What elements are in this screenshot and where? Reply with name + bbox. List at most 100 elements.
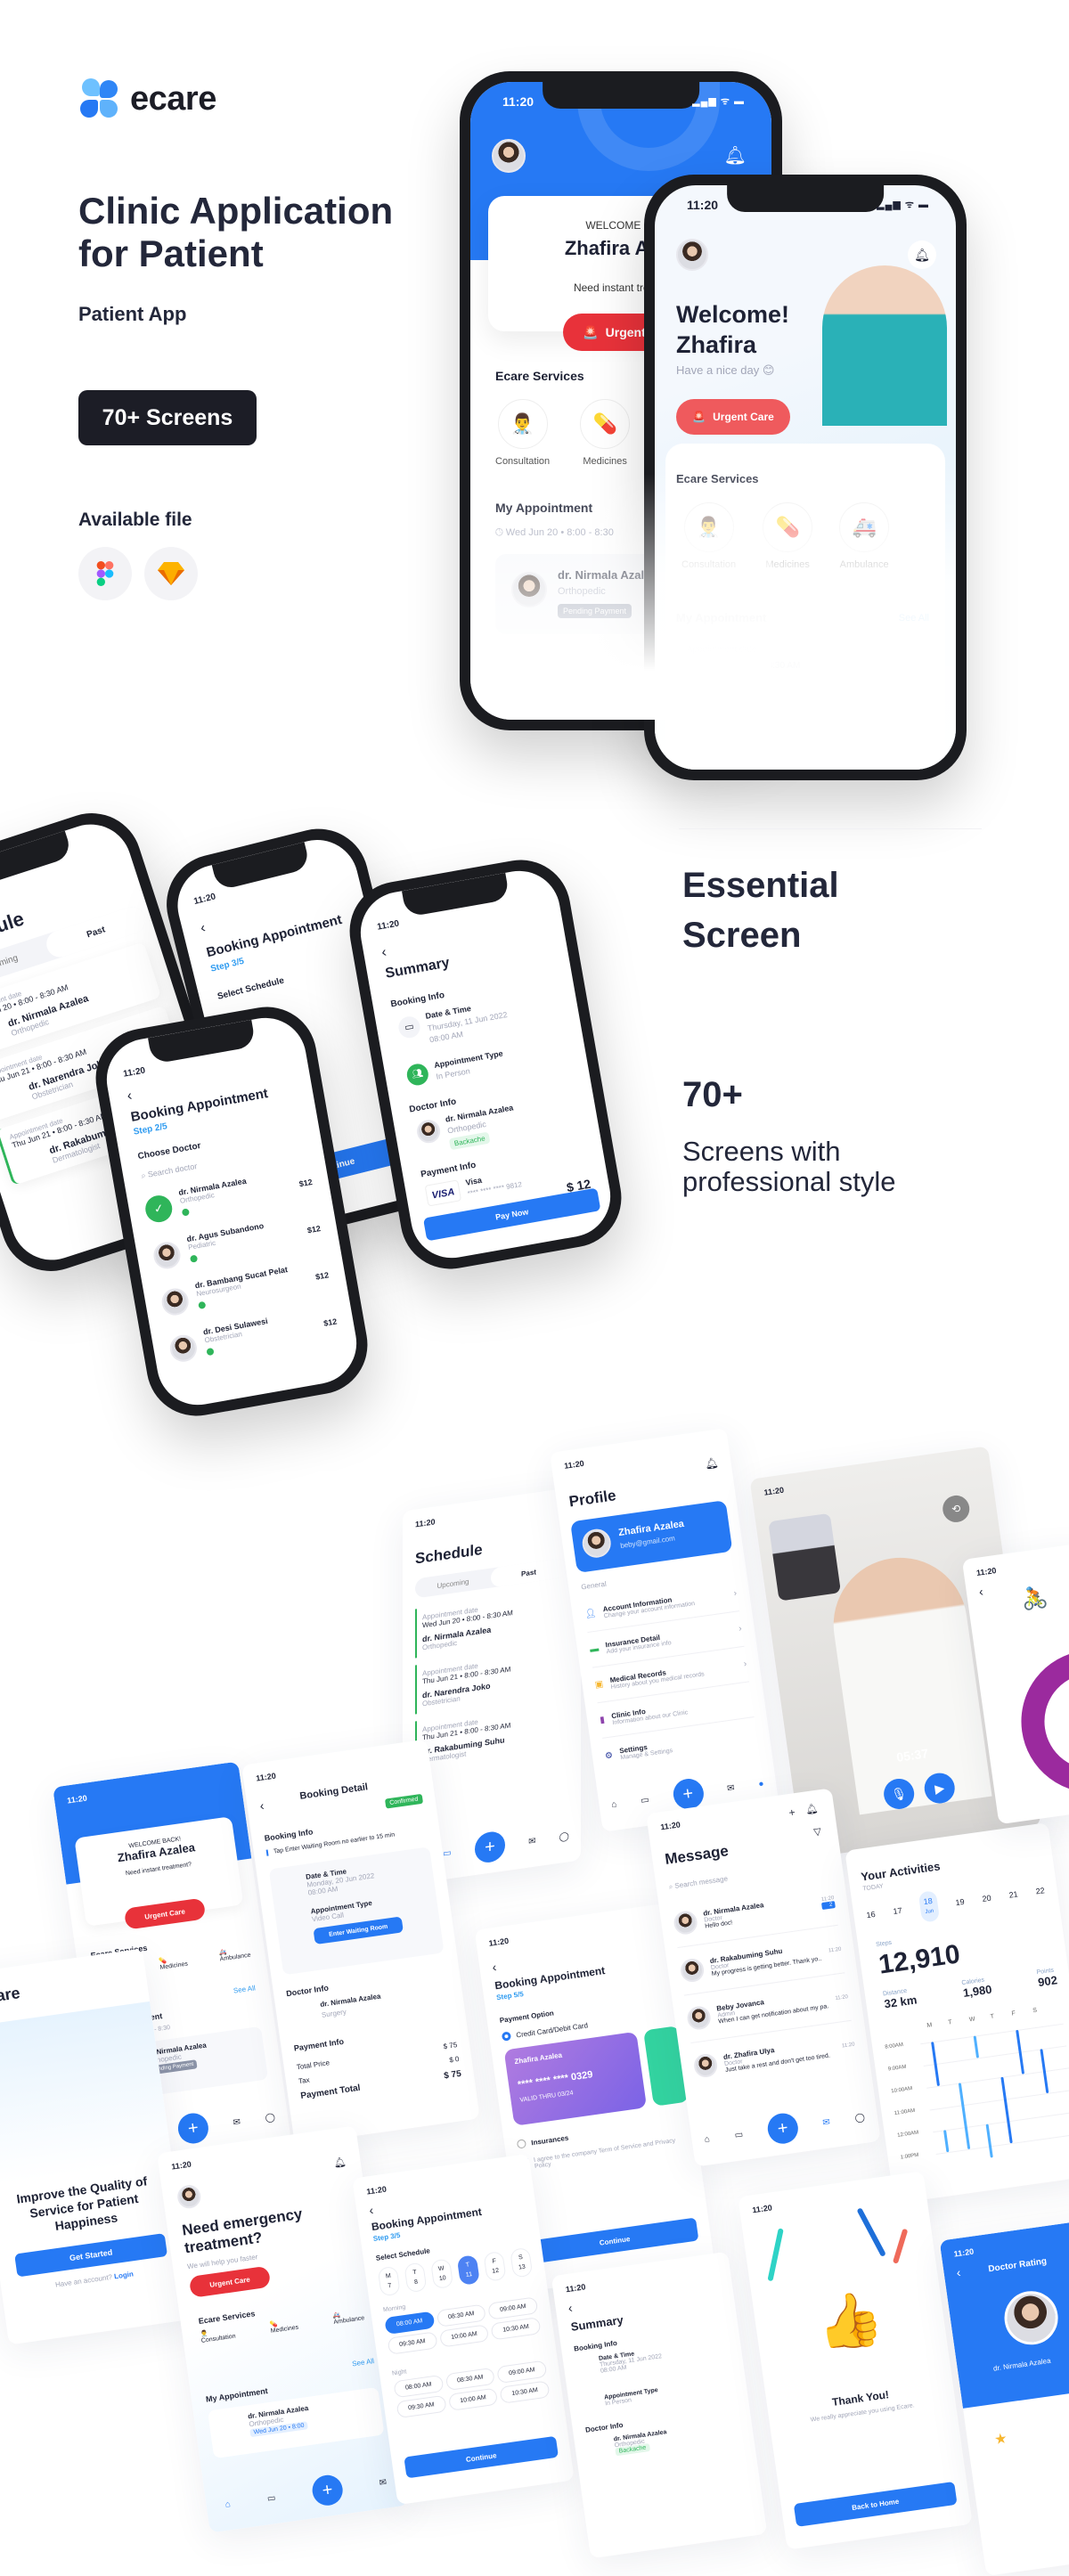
- date-item[interactable]: 17: [893, 1906, 902, 1916]
- add-button[interactable]: +: [474, 1830, 505, 1865]
- time-slot[interactable]: 08:30 AM: [445, 2367, 496, 2392]
- day-option[interactable]: S 13: [510, 2246, 534, 2278]
- chat-icon[interactable]: ✉︎: [233, 2117, 241, 2128]
- option-credit-card[interactable]: Credit Card/Debit Card: [501, 2020, 589, 2042]
- profile-card[interactable]: Zhafira Azalea beby@gmail.com: [570, 1500, 733, 1573]
- calendar-icon: ▭: [396, 1015, 422, 1040]
- service-ambulance[interactable]: 🚑Ambulance: [332, 2308, 365, 2326]
- time-slot[interactable]: 08:30 AM: [436, 2303, 487, 2327]
- home-icon[interactable]: ⌂: [611, 1799, 618, 1810]
- service-medicines[interactable]: 💊Medicines: [159, 1954, 188, 1971]
- user-avatar[interactable]: [492, 139, 526, 173]
- tab-past[interactable]: Past: [491, 1557, 567, 1588]
- switch-camera-icon[interactable]: ⟲: [941, 1493, 972, 1524]
- time-slot[interactable]: 09:00 AM: [496, 2360, 548, 2384]
- service-medicines[interactable]: 💊Medicines: [580, 399, 631, 467]
- self-preview-video[interactable]: [768, 1512, 842, 1602]
- time-slot-selected[interactable]: 08:00 AM: [384, 2311, 436, 2336]
- add-button[interactable]: +: [765, 2111, 800, 2146]
- calendar-tab-icon[interactable]: ▭: [640, 1795, 649, 1806]
- bell-icon[interactable]: 🔔︎: [724, 144, 747, 167]
- back-arrow-icon[interactable]: ‹: [380, 945, 388, 962]
- doctors-photo: [0, 2001, 173, 2187]
- day-option[interactable]: M7: [377, 2265, 401, 2297]
- home-icon[interactable]: ⌂: [704, 2134, 711, 2145]
- credit-card[interactable]: Zhafira Azalea **** **** **** 0329 VALID…: [503, 2031, 648, 2126]
- day-option[interactable]: W 10: [429, 2258, 454, 2290]
- calendar-tab-icon[interactable]: ▭: [734, 2129, 744, 2140]
- date-item[interactable]: 19: [955, 1897, 965, 1907]
- see-all-link[interactable]: See All: [233, 1984, 256, 1994]
- continue-button[interactable]: Continue: [404, 2435, 559, 2479]
- day-option[interactable]: T8: [404, 2262, 428, 2294]
- chat-icon[interactable]: ✉︎: [726, 1782, 735, 1793]
- service-ambulance[interactable]: 🚑Ambulance: [218, 1945, 251, 1962]
- rating-stars[interactable]: ★: [993, 2429, 1008, 2449]
- time-slot[interactable]: 10:00 AM: [447, 2387, 499, 2411]
- add-button[interactable]: +: [175, 2111, 211, 2146]
- tab-upcoming[interactable]: Upcoming: [415, 1569, 491, 1599]
- login-link[interactable]: Login: [114, 2270, 135, 2280]
- option-insurance[interactable]: Insurances: [516, 2133, 569, 2149]
- chat-icon[interactable]: ✉︎: [528, 1836, 535, 1846]
- date-item[interactable]: 20: [982, 1894, 991, 1903]
- bell-icon[interactable]: 🔔︎: [704, 1456, 719, 1471]
- back-arrow-icon[interactable]: ‹: [199, 920, 208, 937]
- microphone-button[interactable]: 🎙︎: [881, 1776, 917, 1812]
- hour-label: 8:00AM: [885, 2042, 904, 2050]
- back-arrow-icon[interactable]: ‹: [978, 1584, 984, 1598]
- figma-file-button[interactable]: [78, 547, 132, 600]
- user-avatar[interactable]: [676, 239, 708, 271]
- profile-icon[interactable]: ◯: [854, 2112, 866, 2123]
- date-item[interactable]: 16: [866, 1910, 876, 1920]
- bell-icon[interactable]: 🔔︎: [333, 2156, 347, 2169]
- back-arrow-icon[interactable]: ‹: [259, 1798, 265, 1813]
- service-medicines[interactable]: 💊Medicines: [269, 2318, 298, 2335]
- back-to-home-button[interactable]: Back to Home: [793, 2481, 958, 2527]
- see-all-link[interactable]: See All: [352, 2357, 375, 2368]
- time-slot[interactable]: 10:00 AM: [438, 2324, 490, 2348]
- filter-icon[interactable]: ▽: [812, 1825, 822, 1838]
- urgent-care-button[interactable]: Urgent Care: [188, 2265, 272, 2298]
- time-slot[interactable]: 08:00 AM: [393, 2374, 445, 2399]
- back-arrow-icon[interactable]: ‹: [491, 1960, 497, 1974]
- home-icon[interactable]: ⌂: [224, 2499, 232, 2510]
- time-slot[interactable]: 10:30 AM: [490, 2317, 542, 2341]
- continue-button[interactable]: Continue: [530, 2217, 699, 2264]
- bell-icon[interactable]: 🔔︎: [908, 240, 936, 269]
- doctor-search-input[interactable]: ⌕ Search doctor: [141, 1162, 199, 1181]
- profile-icon[interactable]: ◯: [265, 2112, 276, 2123]
- time-slot[interactable]: 09:30 AM: [396, 2394, 447, 2419]
- greeting-text: Have a nice day 😊: [676, 363, 775, 377]
- date-item[interactable]: 21: [1008, 1889, 1018, 1899]
- calendar-tab-icon[interactable]: ▭: [443, 1847, 451, 1858]
- time-slot[interactable]: 10:30 AM: [499, 2380, 551, 2404]
- message-search-input[interactable]: ⌕ Search message: [668, 1875, 728, 1892]
- bell-icon[interactable]: 🔔︎: [804, 1803, 820, 1816]
- back-arrow-icon[interactable]: ‹: [126, 1088, 133, 1105]
- service-consultation[interactable]: 👨‍⚕️Consultation: [495, 399, 550, 467]
- chat-icon[interactable]: ✉︎: [379, 2477, 388, 2488]
- chat-icon[interactable]: ✉︎: [822, 2117, 831, 2128]
- back-arrow-icon[interactable]: ‹: [368, 2203, 374, 2217]
- profile-icon[interactable]: ●: [758, 1779, 765, 1789]
- add-button[interactable]: +: [310, 2473, 345, 2507]
- new-message-button[interactable]: +: [788, 1806, 796, 1819]
- back-arrow-icon[interactable]: ‹: [567, 2301, 574, 2315]
- records-icon: ▣: [594, 1679, 604, 1691]
- calendar-tab-icon[interactable]: ▭: [266, 2493, 276, 2504]
- video-toggle-button[interactable]: ▶︎: [922, 1771, 957, 1806]
- day-option-selected[interactable]: T 11: [456, 2254, 480, 2286]
- date-item-selected[interactable]: 18 Jun: [918, 1890, 940, 1923]
- grid-line: [920, 2023, 1064, 2045]
- day-option[interactable]: F 12: [483, 2250, 507, 2282]
- sketch-file-button[interactable]: [144, 547, 198, 600]
- profile-icon[interactable]: ◯: [559, 1831, 569, 1843]
- confetti: [856, 2207, 886, 2257]
- time-slot[interactable]: 09:30 AM: [387, 2331, 438, 2355]
- urgent-care-button[interactable]: 🚨 Urgent Care: [676, 399, 790, 435]
- available-file-label: Available file: [78, 509, 192, 530]
- time-slot[interactable]: 09:00 AM: [487, 2296, 539, 2320]
- date-item[interactable]: 22: [1035, 1886, 1045, 1895]
- service-consultation[interactable]: 👨‍⚕️Consultation: [200, 2327, 236, 2344]
